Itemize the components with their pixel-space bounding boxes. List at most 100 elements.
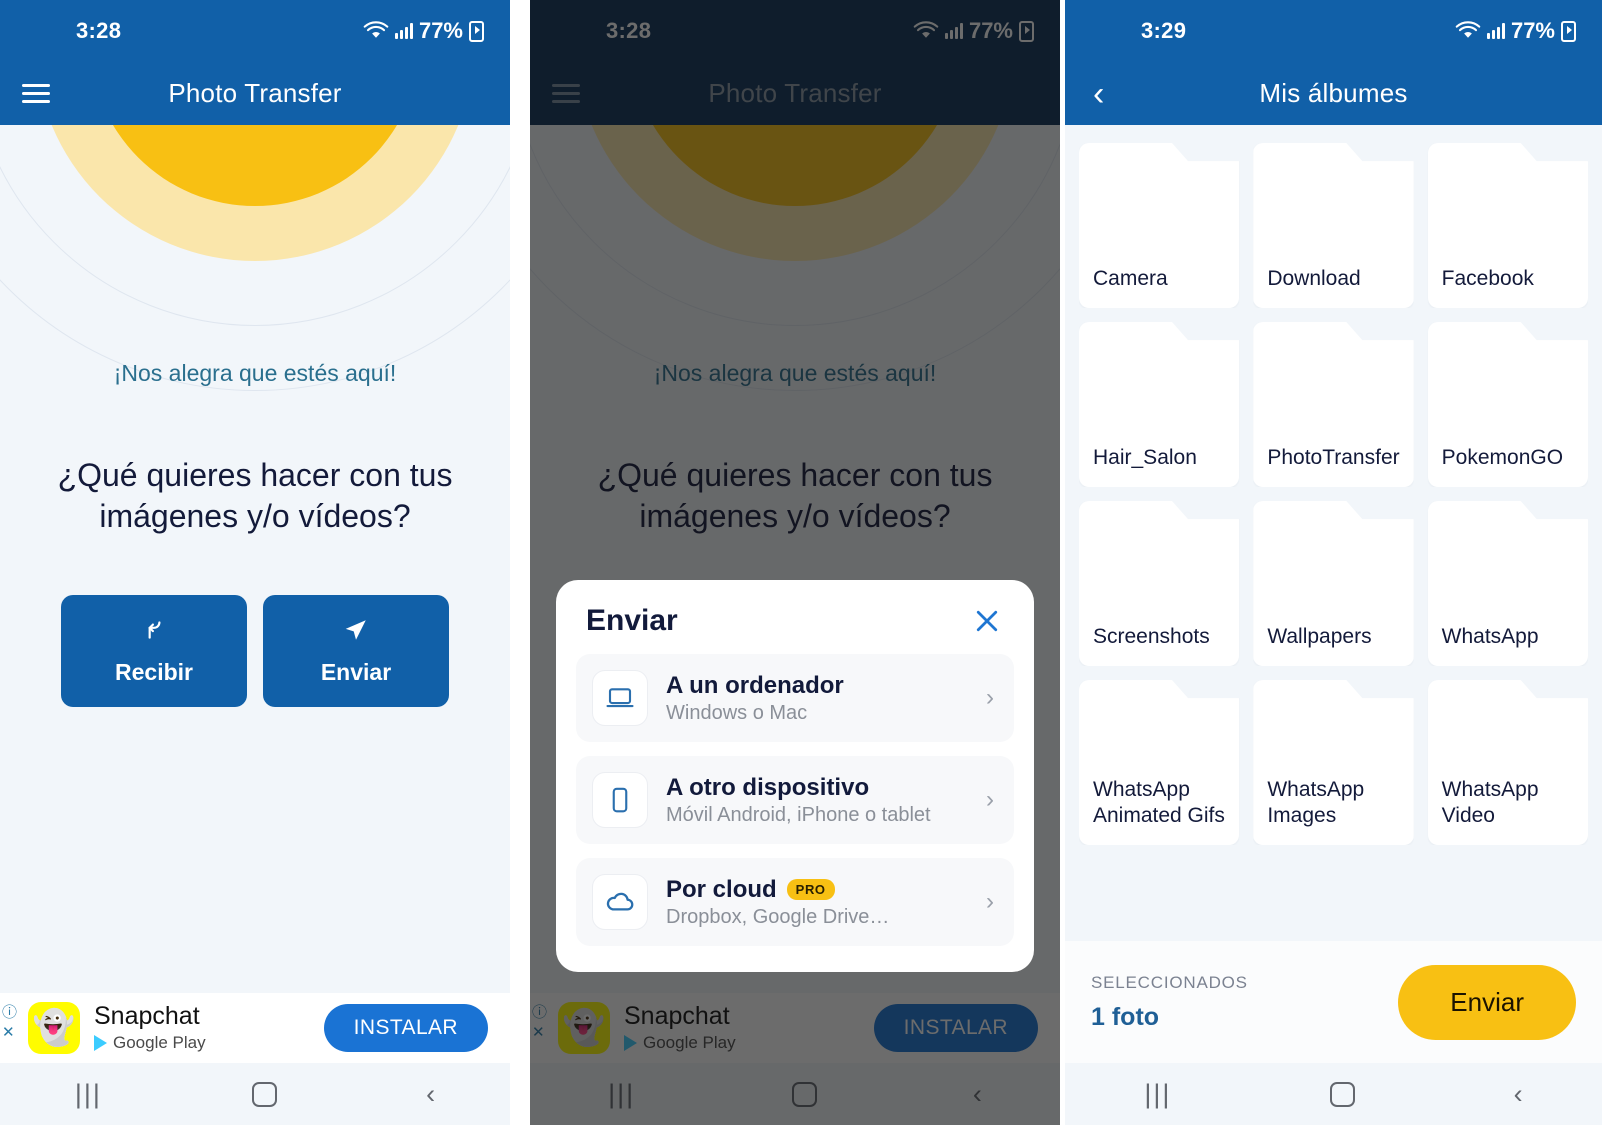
ad-install-button[interactable]: INSTALAR [323, 1004, 488, 1052]
status-icons: 77% [1455, 18, 1576, 44]
album-label: Wallpapers [1267, 624, 1372, 648]
album-label: Screenshots [1093, 624, 1210, 648]
album-label: Download [1267, 266, 1361, 290]
album-folder[interactable]: Wallpapers [1253, 501, 1414, 666]
ad-banner[interactable]: ⓘ ✕ 👻 Snapchat Google Play INSTALAR [0, 993, 510, 1063]
ad-controls[interactable]: ⓘ ✕ [2, 1003, 17, 1044]
hamburger-menu-icon[interactable] [22, 84, 50, 103]
chevron-right-icon: › [986, 684, 994, 711]
dialog-option-text: A un ordenador Windows o Mac [666, 672, 968, 725]
nav-home-button[interactable] [251, 1081, 277, 1107]
album-folder[interactable]: WhatsApp [1427, 501, 1588, 666]
receive-button[interactable]: Recibir [61, 595, 247, 707]
nav-home-button[interactable] [1330, 1081, 1355, 1107]
album-grid: Camera Download Facebook Hair_Salon Phot… [1065, 125, 1602, 845]
ad-store: Google Play [94, 1033, 206, 1053]
nav-back-button[interactable]: ‹ [426, 1079, 435, 1110]
question-text: ¿Qué quieres hacer con tus imágenes y/o … [57, 457, 453, 534]
selection-label: SELECCIONADOS [1091, 972, 1248, 992]
app-bar: Photo Transfer [0, 62, 510, 125]
app-bar: ‹ Mis álbumes [1065, 62, 1602, 125]
send-button-label: Enviar [320, 658, 392, 685]
album-folder[interactable]: WhatsApp Animated Gifs [1079, 680, 1240, 845]
chevron-right-icon: › [986, 786, 994, 813]
paper-plane-icon [343, 617, 369, 647]
dialog-option-text: A otro dispositivo Móvil Android, iPhone… [666, 774, 968, 827]
album-folder[interactable]: WhatsApp Images [1253, 680, 1414, 845]
battery-percent: 77% [1510, 18, 1555, 43]
nav-back-button[interactable]: ‹ [1514, 1079, 1523, 1110]
system-nav-bar: ||| ‹ [0, 1063, 510, 1125]
phone-panel-home: 3:28 77% Photo Transfer ¡Nos alegra que … [0, 0, 510, 1125]
album-label: WhatsApp Video [1441, 777, 1539, 827]
album-label: Hair_Salon [1093, 445, 1197, 469]
selection-bar: SELECCIONADOS 1 foto Enviar [1065, 941, 1602, 1063]
option-title: Por cloud [666, 875, 777, 903]
download-arrow-icon [141, 617, 167, 647]
send-selection-button[interactable]: Enviar [1398, 964, 1576, 1040]
battery-charging-icon [1561, 20, 1576, 42]
laptop-icon [592, 670, 648, 726]
ad-title: Snapchat [94, 1001, 200, 1030]
option-title: A otro dispositivo [666, 773, 870, 801]
battery-charging-icon [469, 20, 484, 42]
phone-icon [592, 772, 648, 828]
album-folder[interactable]: Camera [1079, 143, 1240, 308]
album-folder[interactable]: PhotoTransfer [1253, 322, 1414, 487]
album-folder[interactable]: Download [1253, 143, 1414, 308]
status-bar: 3:28 77% [0, 0, 510, 62]
option-subtitle: Móvil Android, iPhone o tablet [666, 803, 931, 826]
album-label: WhatsApp Images [1267, 777, 1365, 827]
album-folder[interactable]: Facebook [1427, 143, 1588, 308]
album-folder[interactable]: PokemonGO [1427, 322, 1588, 487]
dialog-option-text: Por cloud PRO Dropbox, Google Drive… [666, 876, 968, 929]
status-bar: 3:29 77% [1065, 0, 1602, 62]
albums-content: Camera Download Facebook Hair_Salon Phot… [1065, 125, 1602, 1125]
album-folder[interactable]: WhatsApp Video [1427, 680, 1588, 845]
status-icons: 77% [363, 18, 484, 44]
home-content: Mi dispositivo Galaxy A11 ¡Nos alegra qu… [0, 125, 510, 1125]
dialog-option-computer[interactable]: A un ordenador Windows o Mac › [576, 654, 1014, 742]
album-label: WhatsApp Animated Gifs [1093, 777, 1225, 827]
battery-percent: 77% [418, 18, 463, 43]
signal-bars-icon [1486, 23, 1505, 39]
nav-recents-button[interactable]: ||| [75, 1079, 102, 1110]
status-clock: 3:28 [76, 18, 122, 43]
info-icon[interactable]: ⓘ [2, 1003, 17, 1023]
phone-panel-send-dialog: 3:28 77% Photo Transfer [530, 0, 1060, 1125]
dialog-option-device[interactable]: A otro dispositivo Móvil Android, iPhone… [576, 756, 1014, 844]
chevron-right-icon: › [986, 888, 994, 915]
action-buttons: Recibir Enviar [0, 595, 510, 707]
send-button[interactable]: Enviar [263, 595, 449, 707]
chevron-left-icon[interactable]: ‹ [1093, 77, 1104, 111]
send-dialog: Enviar A un ordenador Windows o Mac › A … [556, 580, 1034, 972]
system-nav-bar: ||| ‹ [1065, 1063, 1602, 1125]
wifi-icon [1455, 21, 1481, 38]
selection-count: 1 foto [1091, 1002, 1160, 1031]
signal-bars-icon [394, 23, 413, 39]
google-play-icon [94, 1035, 107, 1052]
album-folder[interactable]: Hair_Salon [1079, 322, 1240, 487]
close-icon[interactable] [966, 606, 1008, 636]
dialog-title: Enviar [586, 604, 678, 637]
screenshot-stage: 3:28 77% Photo Transfer ¡Nos alegra que … [0, 0, 1602, 1125]
option-subtitle: Windows o Mac [666, 701, 808, 724]
selection-info: SELECCIONADOS 1 foto [1091, 973, 1248, 1032]
wifi-icon [363, 21, 389, 38]
close-icon[interactable]: ✕ [2, 1023, 17, 1043]
ad-text: Snapchat Google Play [94, 1001, 206, 1054]
ad-store-label: Google Play [113, 1033, 206, 1053]
option-title: A un ordenador [666, 671, 844, 699]
phone-panel-albums: 3:29 77% ‹ Mis álbumes Camera Download F… [1065, 0, 1602, 1125]
album-label: PokemonGO [1441, 445, 1564, 469]
snapchat-ghost-icon: 👻 [28, 1002, 80, 1054]
cloud-icon [592, 874, 648, 930]
page-title: Photo Transfer [168, 78, 342, 108]
page-title: Mis álbumes [1259, 78, 1408, 108]
album-folder[interactable]: Screenshots [1079, 501, 1240, 666]
status-clock: 3:29 [1141, 18, 1187, 43]
dialog-option-cloud[interactable]: Por cloud PRO Dropbox, Google Drive… › [576, 858, 1014, 946]
album-label: WhatsApp [1441, 624, 1539, 648]
nav-recents-button[interactable]: ||| [1144, 1079, 1171, 1110]
dialog-header: Enviar [576, 602, 1014, 654]
